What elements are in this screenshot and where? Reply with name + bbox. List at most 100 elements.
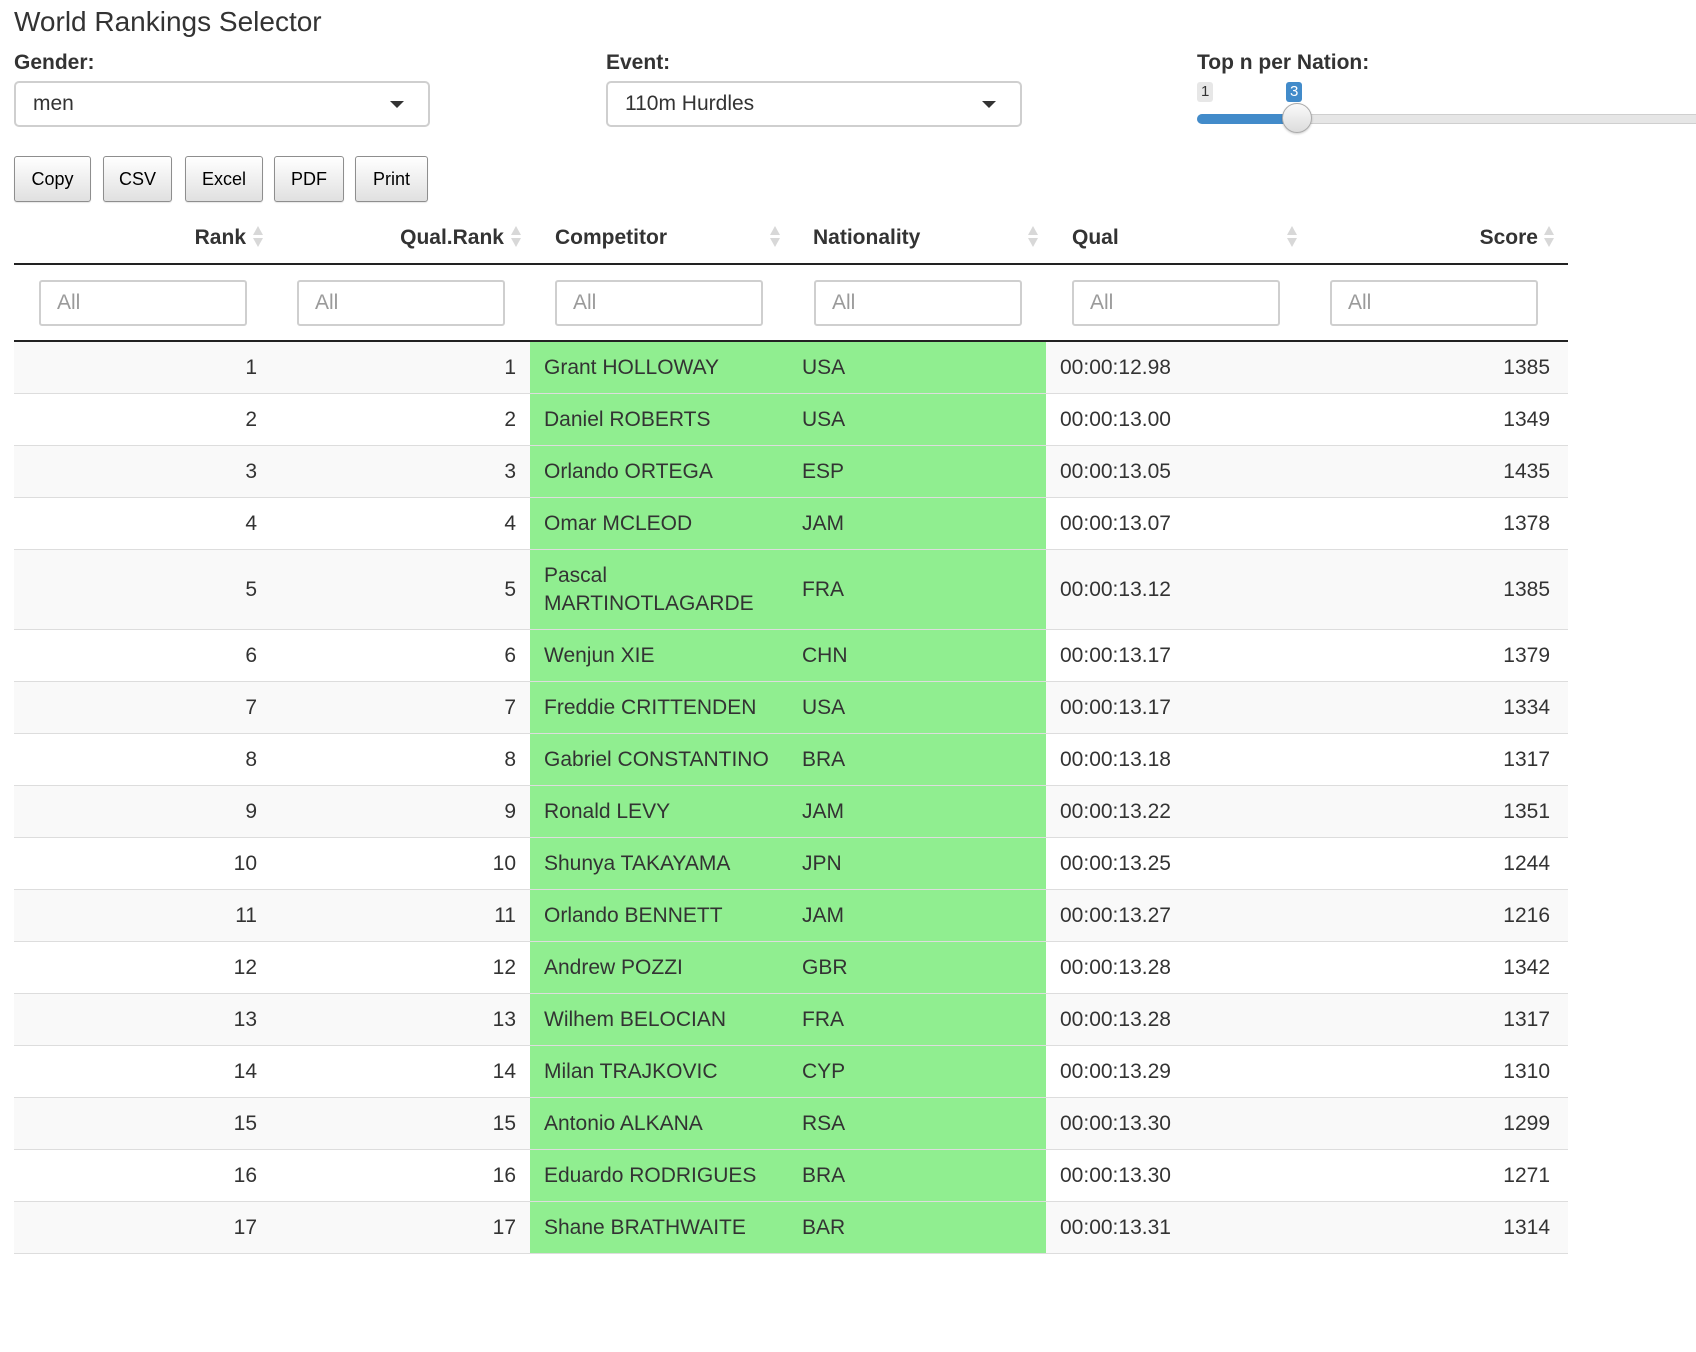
cell-qual-rank: 5 xyxy=(504,577,516,601)
cell-qual-rank: 17 xyxy=(492,1215,516,1239)
cell-competitor: Pascal MARTINOTLAGARDE xyxy=(530,550,788,629)
cell-rank: 13 xyxy=(233,1007,257,1031)
sort-icon[interactable] xyxy=(1027,226,1039,248)
cell-qual: 00:00:13.00 xyxy=(1060,407,1171,431)
cell-qual: 00:00:13.12 xyxy=(1060,577,1171,601)
cell-competitor: Eduardo RODRIGUES xyxy=(530,1150,788,1201)
cell-score: 1271 xyxy=(1503,1163,1550,1187)
cell-nationality: BRA xyxy=(788,1150,1046,1201)
slider-min-label: 1 xyxy=(1197,82,1214,102)
sort-icon[interactable] xyxy=(1543,226,1555,248)
cell-score: 1435 xyxy=(1503,459,1550,483)
cell-score: 1349 xyxy=(1503,407,1550,431)
cell-competitor: Shane BRATHWAITE xyxy=(530,1202,788,1253)
cell-qual-rank: 6 xyxy=(504,643,516,667)
cell-rank: 7 xyxy=(245,695,257,719)
table-row[interactable]: 14 14 Milan TRAJKOVIC CYP 00:00:13.29 1310 xyxy=(14,1046,1568,1098)
cell-qual: 00:00:13.31 xyxy=(1060,1215,1171,1239)
column-header-nationality[interactable]: Nationality xyxy=(813,222,1013,254)
cell-score: 1244 xyxy=(1503,851,1550,875)
cell-nationality: USA xyxy=(788,342,1046,393)
filter-input-competitor[interactable] xyxy=(555,280,763,326)
excel-button[interactable]: Excel xyxy=(185,156,263,202)
chevron-down-icon xyxy=(982,101,996,108)
event-label: Event: xyxy=(606,51,671,74)
event-select[interactable]: 110m Hurdles xyxy=(606,81,1022,127)
column-header-qual[interactable]: Qual xyxy=(1072,222,1272,254)
cell-qual-rank: 9 xyxy=(504,799,516,823)
cell-nationality: ESP xyxy=(788,446,1046,497)
sort-icon[interactable] xyxy=(769,226,781,248)
table-row[interactable]: 3 3 Orlando ORTEGA ESP 00:00:13.05 1435 xyxy=(14,446,1568,498)
cell-nationality: JPN xyxy=(788,838,1046,889)
copy-button[interactable]: Copy xyxy=(14,156,91,202)
cell-score: 1334 xyxy=(1503,695,1550,719)
cell-qual-rank: 7 xyxy=(504,695,516,719)
cell-nationality: CHN xyxy=(788,630,1046,681)
cell-qual-rank: 13 xyxy=(492,1007,516,1031)
cell-score: 1385 xyxy=(1503,355,1550,379)
filter-input-qual[interactable] xyxy=(1072,280,1280,326)
table-row[interactable]: 17 17 Shane BRATHWAITE BAR 00:00:13.31 1314 xyxy=(14,1202,1568,1254)
cell-qual: 00:00:13.30 xyxy=(1060,1163,1171,1187)
cell-rank: 4 xyxy=(245,511,257,535)
sort-icon[interactable] xyxy=(1286,226,1298,248)
table-row[interactable]: 11 11 Orlando BENNETT JAM 00:00:13.27 1216 xyxy=(14,890,1568,942)
cell-nationality: RSA xyxy=(788,1098,1046,1149)
table-row[interactable]: 10 10 Shunya TAKAYAMA JPN 00:00:13.25 1244 xyxy=(14,838,1568,890)
cell-qual: 00:00:13.28 xyxy=(1060,1007,1171,1031)
cell-qual-rank: 3 xyxy=(504,459,516,483)
cell-qual-rank: 16 xyxy=(492,1163,516,1187)
cell-qual: 00:00:13.07 xyxy=(1060,511,1171,535)
table-row[interactable]: 12 12 Andrew POZZI GBR 00:00:13.28 1342 xyxy=(14,942,1568,994)
table-row[interactable]: 7 7 Freddie CRITTENDEN USA 00:00:13.17 1334 xyxy=(14,682,1568,734)
filter-input-score[interactable] xyxy=(1330,280,1538,326)
cell-qual-rank: 12 xyxy=(492,955,516,979)
cell-competitor: Orlando BENNETT xyxy=(530,890,788,941)
header-divider xyxy=(14,263,1568,265)
cell-qual: 00:00:13.28 xyxy=(1060,955,1171,979)
cell-competitor: Omar MCLEOD xyxy=(530,498,788,549)
cell-score: 1378 xyxy=(1503,511,1550,535)
cell-qual-rank: 2 xyxy=(504,407,516,431)
cell-score: 1310 xyxy=(1503,1059,1550,1083)
cell-score: 1379 xyxy=(1503,643,1550,667)
sort-icon[interactable] xyxy=(252,226,264,248)
column-header-rank[interactable]: Rank xyxy=(14,222,246,254)
topn-slider-handle[interactable] xyxy=(1282,103,1312,133)
filter-input-rank[interactable] xyxy=(39,280,247,326)
cell-score: 1317 xyxy=(1503,747,1550,771)
gender-label: Gender: xyxy=(14,51,95,74)
column-header-competitor[interactable]: Competitor xyxy=(555,222,755,254)
filter-input-nationality[interactable] xyxy=(814,280,1022,326)
table-row[interactable]: 8 8 Gabriel CONSTANTINO BRA 00:00:13.18 1317 xyxy=(14,734,1568,786)
cell-rank: 12 xyxy=(233,955,257,979)
gender-select[interactable]: men xyxy=(14,81,430,127)
cell-rank: 2 xyxy=(245,407,257,431)
table-row[interactable]: 2 2 Daniel ROBERTS USA 00:00:13.00 1349 xyxy=(14,394,1568,446)
table-row[interactable]: 6 6 Wenjun XIE CHN 00:00:13.17 1379 xyxy=(14,630,1568,682)
cell-rank: 9 xyxy=(245,799,257,823)
cell-score: 1314 xyxy=(1503,1215,1550,1239)
cell-competitor: Orlando ORTEGA xyxy=(530,446,788,497)
cell-qual: 00:00:13.18 xyxy=(1060,747,1171,771)
column-header-score[interactable]: Score xyxy=(1330,222,1538,254)
cell-competitor: Shunya TAKAYAMA xyxy=(530,838,788,889)
table-row[interactable]: 4 4 Omar MCLEOD JAM 00:00:13.07 1378 xyxy=(14,498,1568,550)
cell-rank: 11 xyxy=(235,903,257,927)
filter-input-qual-rank[interactable] xyxy=(297,280,505,326)
table-row[interactable]: 16 16 Eduardo RODRIGUES BRA 00:00:13.30 1271 xyxy=(14,1150,1568,1202)
cell-competitor: Gabriel CONSTANTINO xyxy=(530,734,788,785)
pdf-button[interactable]: PDF xyxy=(274,156,344,202)
cell-qual: 00:00:13.17 xyxy=(1060,643,1171,667)
table-row[interactable]: 13 13 Wilhem BELOCIAN FRA 00:00:13.28 1317 xyxy=(14,994,1568,1046)
column-header-qual-rank[interactable]: Qual.Rank xyxy=(272,222,504,254)
cell-nationality: FRA xyxy=(788,994,1046,1045)
table-row[interactable]: 9 9 Ronald LEVY JAM 00:00:13.22 1351 xyxy=(14,786,1568,838)
table-row[interactable]: 15 15 Antonio ALKANA RSA 00:00:13.30 1299 xyxy=(14,1098,1568,1150)
table-row[interactable]: 1 1 Grant HOLLOWAY USA 00:00:12.98 1385 xyxy=(14,342,1568,394)
table-row[interactable]: 5 5 Pascal MARTINOTLAGARDE FRA 00:00:13.12 13… xyxy=(14,550,1568,630)
print-button[interactable]: Print xyxy=(355,156,428,202)
sort-icon[interactable] xyxy=(510,226,522,248)
csv-button[interactable]: CSV xyxy=(103,156,172,202)
